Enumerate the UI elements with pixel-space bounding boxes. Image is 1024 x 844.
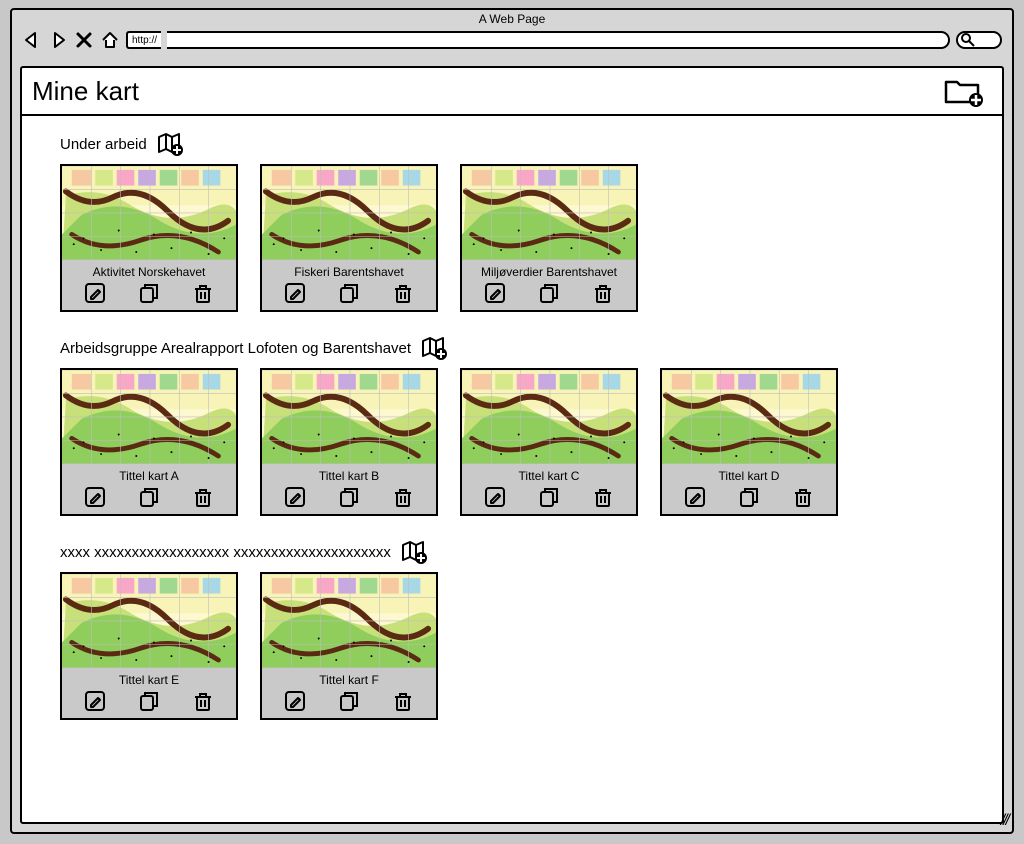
map-card[interactable]: Tittel kart B (260, 368, 438, 516)
delete-button[interactable] (192, 486, 214, 508)
delete-button[interactable] (592, 282, 614, 304)
card-actions (62, 688, 236, 718)
card-row: Tittel kart E Tittel kart F (60, 572, 992, 720)
resize-grip-icon[interactable]: /// (1001, 812, 1008, 830)
map-card[interactable]: Tittel kart C (460, 368, 638, 516)
edit-button[interactable] (484, 486, 506, 508)
card-actions (62, 280, 236, 310)
card-actions (262, 688, 436, 718)
map-card-title: Tittel kart F (262, 670, 436, 688)
delete-button[interactable] (392, 486, 414, 508)
copy-button[interactable] (138, 690, 160, 712)
copy-button[interactable] (338, 486, 360, 508)
map-thumbnail[interactable] (62, 166, 236, 262)
map-card-title: Tittel kart C (462, 466, 636, 484)
section-header: xxxx xxxxxxxxxxxxxxxxxx xxxxxxxxxxxxxxxx… (60, 540, 992, 564)
url-input[interactable] (167, 31, 950, 49)
edit-button[interactable] (284, 690, 306, 712)
edit-button[interactable] (84, 690, 106, 712)
edit-button[interactable] (284, 282, 306, 304)
back-button[interactable] (22, 30, 42, 50)
copy-button[interactable] (338, 690, 360, 712)
map-card-title: Fiskeri Barentshavet (262, 262, 436, 280)
edit-button[interactable] (484, 282, 506, 304)
card-actions (262, 280, 436, 310)
add-map-button[interactable] (157, 132, 183, 156)
copy-button[interactable] (538, 486, 560, 508)
card-actions (62, 484, 236, 514)
section-title: xxxx xxxxxxxxxxxxxxxxxx xxxxxxxxxxxxxxxx… (60, 544, 391, 561)
delete-button[interactable] (592, 486, 614, 508)
section-title: Arbeidsgruppe Arealrapport Lofoten og Ba… (60, 340, 411, 357)
map-card[interactable]: Aktivitet Norskehavet (60, 164, 238, 312)
section-title: Under arbeid (60, 136, 147, 153)
map-card[interactable]: Tittel kart A (60, 368, 238, 516)
card-actions (462, 280, 636, 310)
browser-toolbar: http:// (12, 28, 1012, 56)
add-map-button[interactable] (401, 540, 427, 564)
delete-button[interactable] (392, 690, 414, 712)
map-card-title: Aktivitet Norskehavet (62, 262, 236, 280)
section-header: Under arbeid (60, 132, 992, 156)
url-scheme-label: http:// (126, 31, 161, 49)
map-card[interactable]: Tittel kart F (260, 572, 438, 720)
delete-button[interactable] (792, 486, 814, 508)
stop-button[interactable] (74, 30, 94, 50)
edit-button[interactable] (84, 282, 106, 304)
map-card-title: Tittel kart A (62, 466, 236, 484)
map-card-title: Miljøverdier Barentshavet (462, 262, 636, 280)
delete-button[interactable] (392, 282, 414, 304)
content-area: Under arbeid Aktivitet Norskehavet Fiske… (22, 116, 1002, 754)
map-card-title: Tittel kart B (262, 466, 436, 484)
window-title: A Web Page (12, 10, 1012, 28)
map-card[interactable]: Miljøverdier Barentshavet (460, 164, 638, 312)
copy-button[interactable] (738, 486, 760, 508)
copy-button[interactable] (538, 282, 560, 304)
edit-button[interactable] (284, 486, 306, 508)
map-card[interactable]: Fiskeri Barentshavet (260, 164, 438, 312)
edit-button[interactable] (684, 486, 706, 508)
card-row: Tittel kart A Tittel kart B Tittel kart … (60, 368, 992, 516)
map-thumbnail[interactable] (462, 370, 636, 466)
map-thumbnail[interactable] (262, 574, 436, 670)
page-viewport: Mine kart Under arbeid Aktivitet Norskeh… (20, 66, 1004, 824)
copy-button[interactable] (338, 282, 360, 304)
copy-button[interactable] (138, 486, 160, 508)
browser-frame: A Web Page http:// Mine kart Under arbei… (10, 8, 1014, 834)
card-actions (662, 484, 836, 514)
search-button[interactable] (956, 31, 1002, 49)
edit-button[interactable] (84, 486, 106, 508)
copy-button[interactable] (138, 282, 160, 304)
map-thumbnail[interactable] (662, 370, 836, 466)
page-header: Mine kart (22, 68, 1002, 116)
map-thumbnail[interactable] (62, 574, 236, 670)
card-actions (462, 484, 636, 514)
map-thumbnail[interactable] (462, 166, 636, 262)
add-map-button[interactable] (421, 336, 447, 360)
map-card-title: Tittel kart D (662, 466, 836, 484)
map-thumbnail[interactable] (262, 370, 436, 466)
delete-button[interactable] (192, 690, 214, 712)
card-row: Aktivitet Norskehavet Fiskeri Barentshav… (60, 164, 992, 312)
map-thumbnail[interactable] (62, 370, 236, 466)
card-actions (262, 484, 436, 514)
forward-button[interactable] (48, 30, 68, 50)
page-title: Mine kart (32, 76, 139, 107)
home-button[interactable] (100, 30, 120, 50)
delete-button[interactable] (192, 282, 214, 304)
map-card[interactable]: Tittel kart D (660, 368, 838, 516)
section-header: Arbeidsgruppe Arealrapport Lofoten og Ba… (60, 336, 992, 360)
new-folder-button[interactable] (942, 74, 986, 108)
map-card[interactable]: Tittel kart E (60, 572, 238, 720)
map-card-title: Tittel kart E (62, 670, 236, 688)
map-thumbnail[interactable] (262, 166, 436, 262)
